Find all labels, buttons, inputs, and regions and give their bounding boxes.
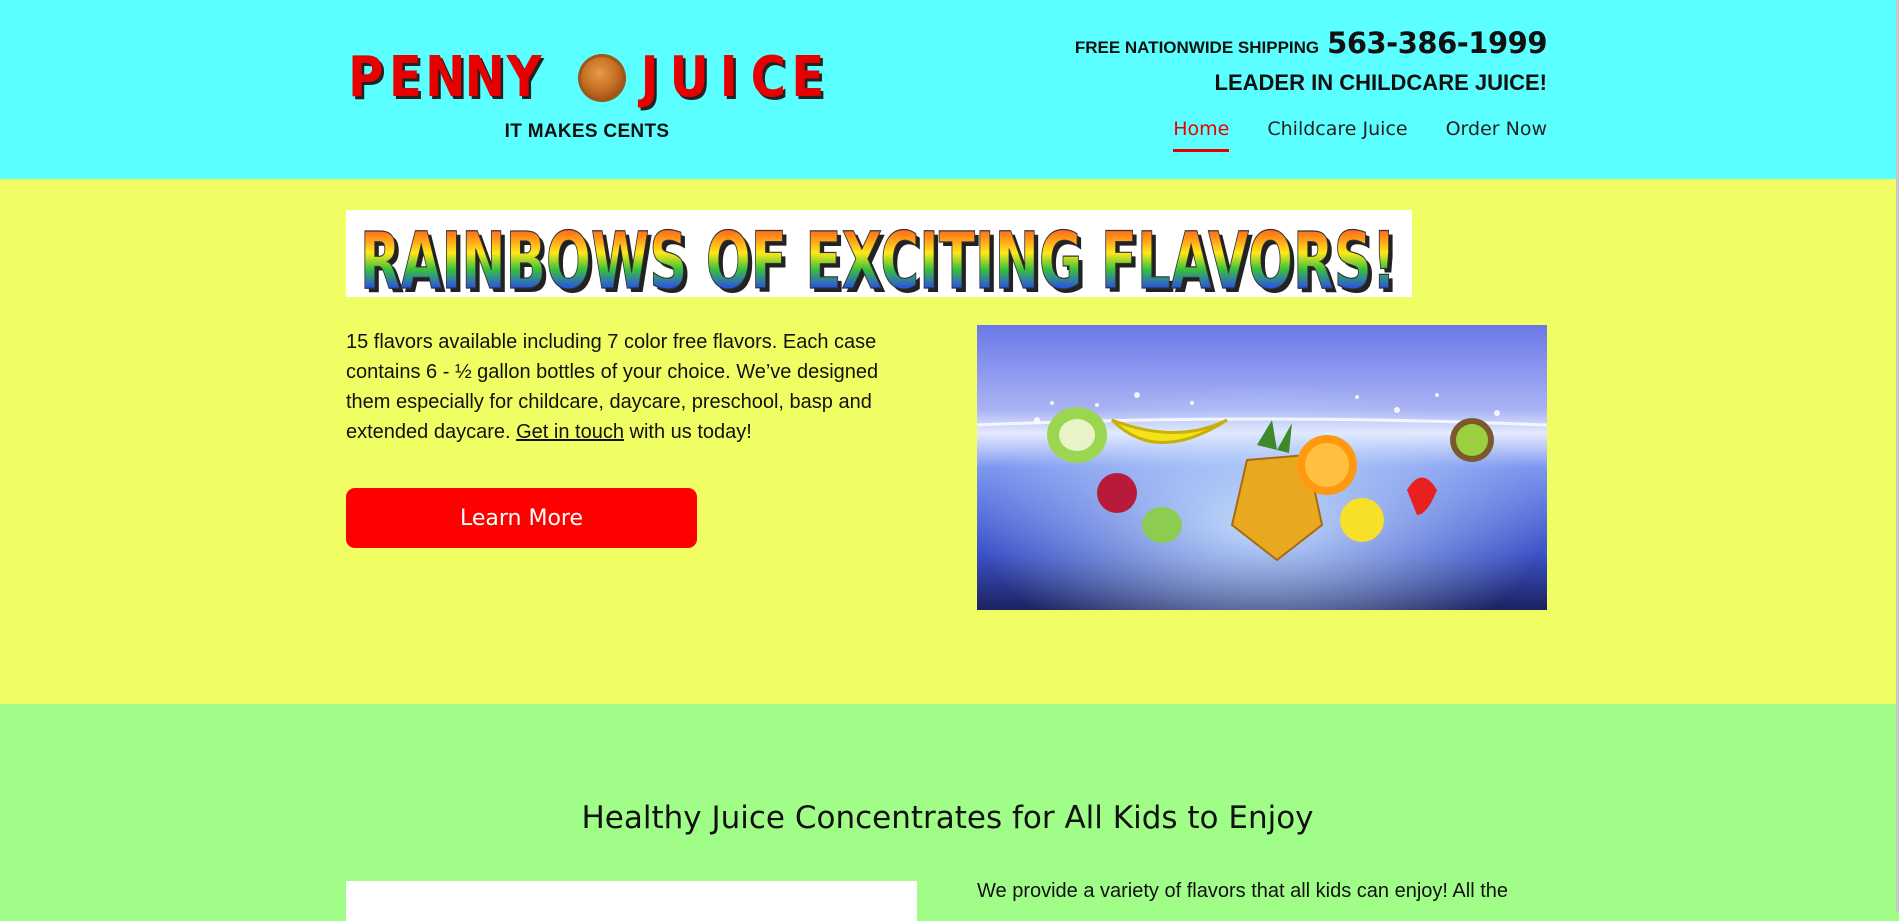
flavors-banner: RAINBOWS OF EXCITING FLAVORS! RAINBOWS O… — [346, 210, 1412, 297]
contact-line: FREE NATIONWIDE SHIPPING 563-386-1999 — [1074, 26, 1548, 60]
section-text: We provide a variety of flavors that all… — [977, 880, 1509, 902]
section-title: Healthy Juice Concentrates for All Kids … — [581, 800, 1314, 836]
banner-text: RAINBOWS OF EXCITING FLAVORS! — [360, 217, 1396, 296]
juice-concentrates-section: Healthy Juice Concentrates for All Kids … — [0, 704, 1899, 921]
penny-coin-icon — [578, 54, 626, 102]
phone-number[interactable]: 563-386-1999 — [1327, 26, 1547, 60]
penny-juice-logo[interactable]: PENNY J U I CE — [346, 48, 830, 108]
get-in-touch-link[interactable]: Get in touch — [516, 421, 624, 443]
nav-item-childcare-juice[interactable]: Childcare Juice — [1267, 118, 1407, 148]
leader-tagline: LEADER IN CHILDCARE JUICE! — [1214, 70, 1547, 95]
main-nav: Home Childcare Juice Order Now — [1173, 118, 1547, 152]
nav-item-order-now[interactable]: Order Now — [1446, 118, 1547, 148]
intro-tail: with us today! — [629, 421, 752, 443]
section-image-card — [346, 881, 917, 921]
hero-section: RAINBOWS OF EXCITING FLAVORS! RAINBOWS O… — [0, 179, 1899, 704]
learn-more-button[interactable]: Learn More — [346, 488, 697, 548]
intro-paragraph: 15 flavors available including 7 color f… — [346, 327, 886, 447]
logo-tagline: IT MAKES CENTS — [504, 121, 670, 142]
free-shipping-text: FREE NATIONWIDE SHIPPING — [1074, 38, 1320, 57]
nav-item-home[interactable]: Home — [1173, 118, 1230, 152]
site-header: PENNY J U I CE IT MAKES CENTS FREE NATIONWID… — [0, 0, 1899, 179]
rainbow-banner-graphic: RAINBOWS OF EXCITING FLAVORS! RAINBOWS O… — [359, 216, 1398, 296]
page: PENNY J U I CE IT MAKES CENTS FREE NATIONWID… — [0, 0, 1899, 921]
fruit-splash-image — [977, 325, 1547, 610]
